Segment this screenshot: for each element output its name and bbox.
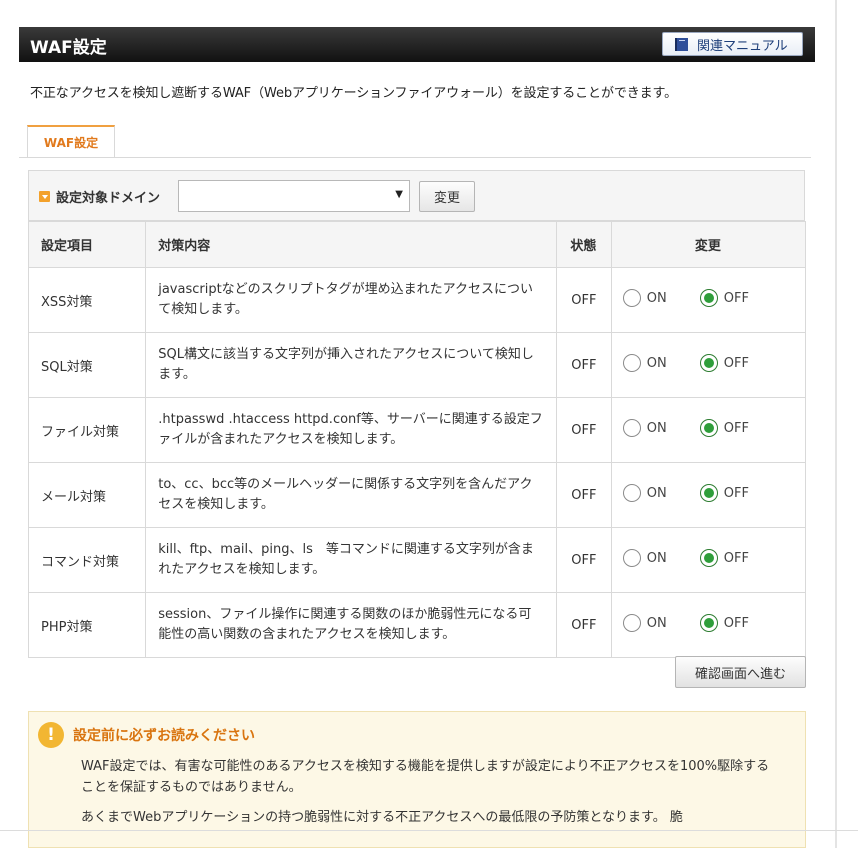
- table-row: SQL対策 SQL構文に該当する文字列が挿入されたアクセスについて検知します。 OF…: [27, 332, 807, 398]
- radio-circle-icon: [699, 419, 718, 437]
- dropdown-arrow-icon: ▼: [395, 189, 403, 200]
- row-change-cell: ON OFF: [610, 332, 807, 398]
- row-item-name: XSS対策: [27, 267, 147, 333]
- radio-on-label: ON: [646, 290, 667, 306]
- tab-divider: [19, 157, 811, 158]
- radio-circle-icon: [699, 354, 718, 372]
- row-change-cell: ON OFF: [610, 397, 807, 463]
- notice-paragraph-2: あくまでWebアプリケーションの持つ脆弱性に対する不正アクセスへの最低限の予防策…: [81, 810, 683, 825]
- radio-circle-icon: [622, 484, 641, 502]
- radio-circle-icon: [622, 354, 641, 372]
- radio-circle-icon: [699, 289, 718, 307]
- radio-off[interactable]: OFF: [699, 614, 749, 632]
- radio-circle-icon: [622, 289, 641, 307]
- table-row: PHP対策 session、ファイル操作に関連する関数のほか脆弱性元になる可能性の…: [27, 592, 807, 658]
- radio-circle-icon: [622, 614, 641, 632]
- section-header: WAF設定 関連マニュアル: [19, 27, 815, 62]
- row-item-name: SQL対策: [27, 332, 147, 398]
- radio-on-label: ON: [646, 355, 667, 371]
- row-status: OFF: [556, 397, 612, 463]
- domain-selector-row: 設定対象ドメイン ▼ 変更: [28, 170, 805, 221]
- radio-on[interactable]: ON: [622, 354, 667, 372]
- row-description: javascriptなどのスクリプトタグが埋め込まれたアクセスについて検知します…: [145, 267, 558, 333]
- radio-off-label: OFF: [723, 615, 749, 631]
- header-setting-item: 設定項目: [27, 221, 147, 268]
- waf-settings-table: 設定項目 対策内容 状態 変更 XSS対策 javascriptなどのスクリプトタ…: [27, 221, 807, 658]
- radio-off[interactable]: OFF: [699, 549, 749, 567]
- bottom-divider: [0, 830, 858, 831]
- table-row: メール対策 to、cc、bcc等のメールヘッダーに関係する文字列を含んだアクセスを…: [27, 462, 807, 528]
- row-description: kill、ftp、mail、ping、ls 等コマンドに関連する文字列が含まれた…: [145, 527, 558, 593]
- radio-off-label: OFF: [723, 355, 749, 371]
- book-icon: [675, 37, 688, 51]
- radio-on[interactable]: ON: [622, 289, 667, 307]
- table-header-row: 設定項目 対策内容 状態 変更: [27, 221, 807, 268]
- radio-off[interactable]: OFF: [699, 419, 749, 437]
- row-status: OFF: [556, 462, 612, 528]
- notice-paragraph-1: WAF設定では、有害な可能性のあるアクセスを検知する機能を提供しますが設定により…: [81, 759, 770, 795]
- row-item-name: メール対策: [27, 462, 147, 528]
- radio-on[interactable]: ON: [622, 484, 667, 502]
- row-change-cell: ON OFF: [610, 592, 807, 658]
- row-change-cell: ON OFF: [610, 267, 807, 333]
- header-change: 変更: [610, 221, 807, 268]
- radio-off-label: OFF: [723, 290, 749, 306]
- row-item-name: コマンド対策: [27, 527, 147, 593]
- row-item-name: ファイル対策: [27, 397, 147, 463]
- page-title: WAF設定: [30, 38, 107, 58]
- row-description: SQL構文に該当する文字列が挿入されたアクセスについて検知します。: [145, 332, 558, 398]
- row-description: session、ファイル操作に関連する関数のほか脆弱性元になる可能性の高い関数の…: [145, 592, 558, 658]
- radio-on-label: ON: [646, 615, 667, 631]
- radio-off-label: OFF: [723, 420, 749, 436]
- warning-icon: !: [38, 722, 64, 748]
- row-status: OFF: [556, 527, 612, 593]
- radio-on-label: ON: [646, 420, 667, 436]
- header-description: 対策内容: [145, 221, 558, 268]
- radio-on[interactable]: ON: [622, 614, 667, 632]
- row-change-cell: ON OFF: [610, 527, 807, 593]
- confirm-button[interactable]: 確認画面へ進む: [675, 656, 806, 688]
- header-status: 状態: [556, 221, 612, 268]
- radio-off[interactable]: OFF: [699, 484, 749, 502]
- radio-circle-icon: [699, 549, 718, 567]
- radio-circle-icon: [699, 484, 718, 502]
- radio-off-label: OFF: [723, 485, 749, 501]
- row-status: OFF: [556, 332, 612, 398]
- radio-on-label: ON: [646, 485, 667, 501]
- table-row: コマンド対策 kill、ftp、mail、ping、ls 等コマンドに関連する文字…: [27, 527, 807, 593]
- domain-select[interactable]: ▼: [178, 180, 410, 212]
- right-border-line: [835, 0, 837, 848]
- related-manual-button[interactable]: 関連マニュアル: [662, 32, 803, 56]
- radio-off[interactable]: OFF: [699, 289, 749, 307]
- table-row: XSS対策 javascriptなどのスクリプトタグが埋め込まれたアクセスについて…: [27, 267, 807, 333]
- row-change-cell: ON OFF: [610, 462, 807, 528]
- radio-on[interactable]: ON: [622, 419, 667, 437]
- radio-circle-icon: [622, 419, 641, 437]
- radio-circle-icon: [699, 614, 718, 632]
- radio-circle-icon: [622, 549, 641, 567]
- domain-label: 設定対象ドメイン: [56, 191, 161, 206]
- domain-change-button[interactable]: 変更: [419, 181, 475, 212]
- intro-text: 不正なアクセスを検知し遮断するWAF（Webアプリケーションファイアウォール）を…: [30, 86, 678, 101]
- notice-title: 設定前に必ずお読みください: [73, 728, 255, 744]
- row-description: .htpasswd .htaccess httpd.conf等、サーバーに関連す…: [145, 397, 558, 463]
- radio-off-label: OFF: [723, 550, 749, 566]
- related-manual-label: 関連マニュアル: [697, 38, 788, 54]
- radio-on-label: ON: [646, 550, 667, 566]
- caret-down-icon: [39, 191, 50, 202]
- row-item-name: PHP対策: [27, 592, 147, 658]
- tab-waf-settings[interactable]: WAF設定: [27, 125, 115, 157]
- table-row: ファイル対策 .htpasswd .htaccess httpd.conf等、サー…: [27, 397, 807, 463]
- row-description: to、cc、bcc等のメールヘッダーに関係する文字列を含んだアクセスを検知します…: [145, 462, 558, 528]
- notice-box: ! 設定前に必ずお読みください WAF設定では、有害な可能性のあるアクセスを検知…: [28, 711, 806, 848]
- row-status: OFF: [556, 267, 612, 333]
- row-status: OFF: [556, 592, 612, 658]
- radio-off[interactable]: OFF: [699, 354, 749, 372]
- radio-on[interactable]: ON: [622, 549, 667, 567]
